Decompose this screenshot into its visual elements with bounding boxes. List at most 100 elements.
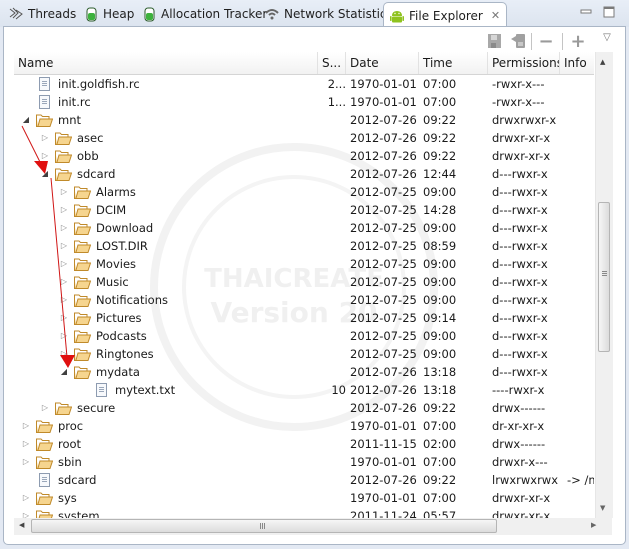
vertical-scroll-thumb[interactable]: [598, 202, 610, 352]
tab-network-statistics[interactable]: Network Statistics: [264, 4, 393, 24]
tree-row[interactable]: ▷ Music 2012-07-25 09:00 d---rwxr-x: [14, 273, 594, 291]
tree-row[interactable]: mytext.txt 10 2012-07-26 13:18 ----rwxr-x: [14, 381, 594, 399]
delete-button[interactable]: −: [538, 31, 554, 52]
tree-row[interactable]: ▷ Download 2012-07-25 09:00 d---rwxr-x: [14, 219, 594, 237]
collapsed-arrow-icon[interactable]: ▷: [58, 345, 70, 363]
tab-label: File Explorer: [409, 8, 483, 23]
tree-row[interactable]: ▷ sys 1970-01-01 07:00 drwxr-xr-x: [14, 489, 594, 507]
tree-row[interactable]: ▷ sbin 1970-01-01 07:00 drwxr-x---: [14, 453, 594, 471]
tree-row-name-cell: ▷ secure: [39, 399, 115, 417]
expanded-arrow-icon[interactable]: ◢: [20, 111, 32, 129]
collapsed-arrow-icon[interactable]: ▷: [20, 453, 32, 471]
minimize-view-button[interactable]: [580, 6, 592, 16]
tree-row[interactable]: ▷ Notifications 2012-07-25 09:00 d---rwxr-x: [14, 291, 594, 309]
scroll-up-icon[interactable]: ▲: [600, 58, 605, 66]
column-header-name[interactable]: Name: [14, 52, 318, 74]
tree-row[interactable]: sdcard 2012-07-26 09:22 lrwxrwxrwx -> /mn: [14, 471, 594, 489]
tree-row-name-cell: ▷ root: [20, 435, 81, 453]
column-header-size[interactable]: S...: [318, 52, 346, 74]
collapsed-arrow-icon[interactable]: ▷: [58, 273, 70, 291]
push-file-button[interactable]: [510, 33, 526, 49]
collapsed-arrow-icon[interactable]: ▷: [20, 489, 32, 507]
tree-row[interactable]: ▷ proc 1970-01-01 07:00 dr-xr-xr-x: [14, 417, 594, 435]
collapsed-arrow-icon[interactable]: ▷: [58, 309, 70, 327]
file-name: secure: [77, 401, 116, 415]
file-time: 09:00: [423, 257, 457, 271]
column-header-info[interactable]: Info: [560, 52, 594, 74]
pull-file-button[interactable]: [487, 33, 503, 49]
tree-row[interactable]: ▷ Pictures 2012-07-25 09:14 d---rwxr-x: [14, 309, 594, 327]
close-tab-icon[interactable]: ✕: [491, 9, 500, 22]
column-header-time[interactable]: Time: [419, 52, 488, 74]
tab-heap[interactable]: Heap: [83, 4, 134, 24]
file-time: 09:00: [423, 185, 457, 199]
new-folder-button[interactable]: +: [570, 31, 586, 52]
tab-allocation-tracker[interactable]: Allocation Tracker: [141, 4, 267, 24]
file-size: 10: [331, 383, 346, 397]
file-date: 2012-07-25: [350, 221, 417, 235]
tab-threads[interactable]: Threads: [8, 4, 76, 24]
tree-row[interactable]: ▷ LOST.DIR 2012-07-25 08:59 d---rwxr-x: [14, 237, 594, 255]
tab-file-explorer[interactable]: File Explorer ✕: [383, 2, 508, 28]
collapsed-arrow-icon[interactable]: ▷: [20, 417, 32, 435]
file-name: sbin: [58, 455, 82, 469]
collapsed-arrow-icon[interactable]: ▷: [20, 435, 32, 453]
collapsed-arrow-icon[interactable]: ▷: [58, 237, 70, 255]
expanded-arrow-icon[interactable]: ◢: [58, 363, 70, 381]
collapsed-arrow-icon[interactable]: ▷: [58, 183, 70, 201]
collapsed-arrow-icon[interactable]: ▷: [58, 291, 70, 309]
tree-row[interactable]: ▷ asec 2012-07-26 09:22 drwxr-xr-x: [14, 129, 594, 147]
view-menu-button[interactable]: ▽: [600, 29, 614, 45]
tree-row[interactable]: ▷ Podcasts 2012-07-25 09:00 d---rwxr-x: [14, 327, 594, 345]
collapsed-arrow-icon[interactable]: ▷: [58, 255, 70, 273]
collapsed-arrow-icon[interactable]: ▷: [39, 399, 51, 417]
collapsed-arrow-icon[interactable]: ▷: [20, 507, 32, 518]
file-name: Podcasts: [96, 329, 147, 343]
collapsed-arrow-icon[interactable]: ▷: [39, 147, 51, 165]
tree-row[interactable]: ◢ mnt 2012-07-26 09:22 drwxrwxr-x: [14, 111, 594, 129]
expanded-arrow-icon[interactable]: ◢: [39, 165, 51, 183]
file-date: 2012-07-26: [350, 365, 417, 379]
tree-row[interactable]: ▷ Ringtones 2012-07-25 09:00 d---rwxr-x: [14, 345, 594, 363]
file-permissions: d---rwxr-x: [492, 293, 548, 307]
tree-row[interactable]: ▷ Alarms 2012-07-25 09:00 d---rwxr-x: [14, 183, 594, 201]
tree-row-name-cell: ▷ DCIM: [58, 201, 126, 219]
tree-row-name-cell: ▷ Movies: [58, 255, 136, 273]
file-permissions: d---rwxr-x: [492, 203, 548, 217]
scroll-down-icon[interactable]: ▼: [600, 504, 605, 512]
tree-row[interactable]: ◢ sdcard 2012-07-26 12:44 d---rwxr-x: [14, 165, 594, 183]
tree-row[interactable]: init.goldfish.rc 2... 1970-01-01 07:00 -rwxr…: [14, 75, 594, 93]
tree-row[interactable]: ▷ obb 2012-07-26 09:22 drwxr-xr-x: [14, 147, 594, 165]
file-permissions: -rwxr-x---: [492, 77, 545, 91]
tab-label: Allocation Tracker: [161, 7, 268, 21]
column-header-date[interactable]: Date: [346, 52, 419, 74]
collapsed-arrow-icon[interactable]: ▷: [58, 219, 70, 237]
file-size: 1...: [327, 95, 346, 109]
file-time: 09:14: [423, 311, 457, 325]
tree-row-name-cell: ▷ Pictures: [58, 309, 142, 327]
tree-row[interactable]: ▷ DCIM 2012-07-25 14:28 d---rwxr-x: [14, 201, 594, 219]
vertical-scrollbar[interactable]: ▲ ▼: [595, 52, 613, 518]
horizontal-scroll-thumb[interactable]: [31, 519, 497, 533]
collapsed-arrow-icon[interactable]: ▷: [58, 201, 70, 219]
column-header-permissions[interactable]: Permissions: [488, 52, 560, 74]
scroll-right-icon[interactable]: ▶: [591, 521, 596, 529]
file-name: root: [58, 437, 82, 451]
tree-row[interactable]: ▷ system 2011-11-24 05:57 drwxr-xr-x: [14, 507, 594, 518]
tree-row[interactable]: ▷ root 2011-11-15 02:00 drwx------: [14, 435, 594, 453]
tree-row[interactable]: init.rc 1... 1970-01-01 07:00 -rwxr-x---: [14, 93, 594, 111]
collapsed-arrow-icon[interactable]: ▷: [58, 327, 70, 345]
tree-row[interactable]: ▷ secure 2012-07-26 09:22 drwx------: [14, 399, 594, 417]
maximize-view-button[interactable]: [603, 6, 615, 18]
file-name: mytext.txt: [115, 383, 176, 397]
file-time: 12:44: [423, 167, 457, 181]
file-name: Alarms: [96, 185, 136, 199]
tree-row[interactable]: ▷ Movies 2012-07-25 09:00 d---rwxr-x: [14, 255, 594, 273]
tree-row[interactable]: ◢ mydata 2012-07-26 13:18 d---rwxr-x: [14, 363, 594, 381]
file-time: 13:18: [423, 365, 457, 379]
collapsed-arrow-icon[interactable]: ▷: [39, 129, 51, 147]
horizontal-scrollbar[interactable]: ◀ ▶: [14, 518, 612, 535]
tree-row-name-cell: ▷ Ringtones: [58, 345, 154, 363]
file-date: 2012-07-26: [350, 473, 417, 487]
scroll-left-icon[interactable]: ◀: [19, 521, 24, 529]
